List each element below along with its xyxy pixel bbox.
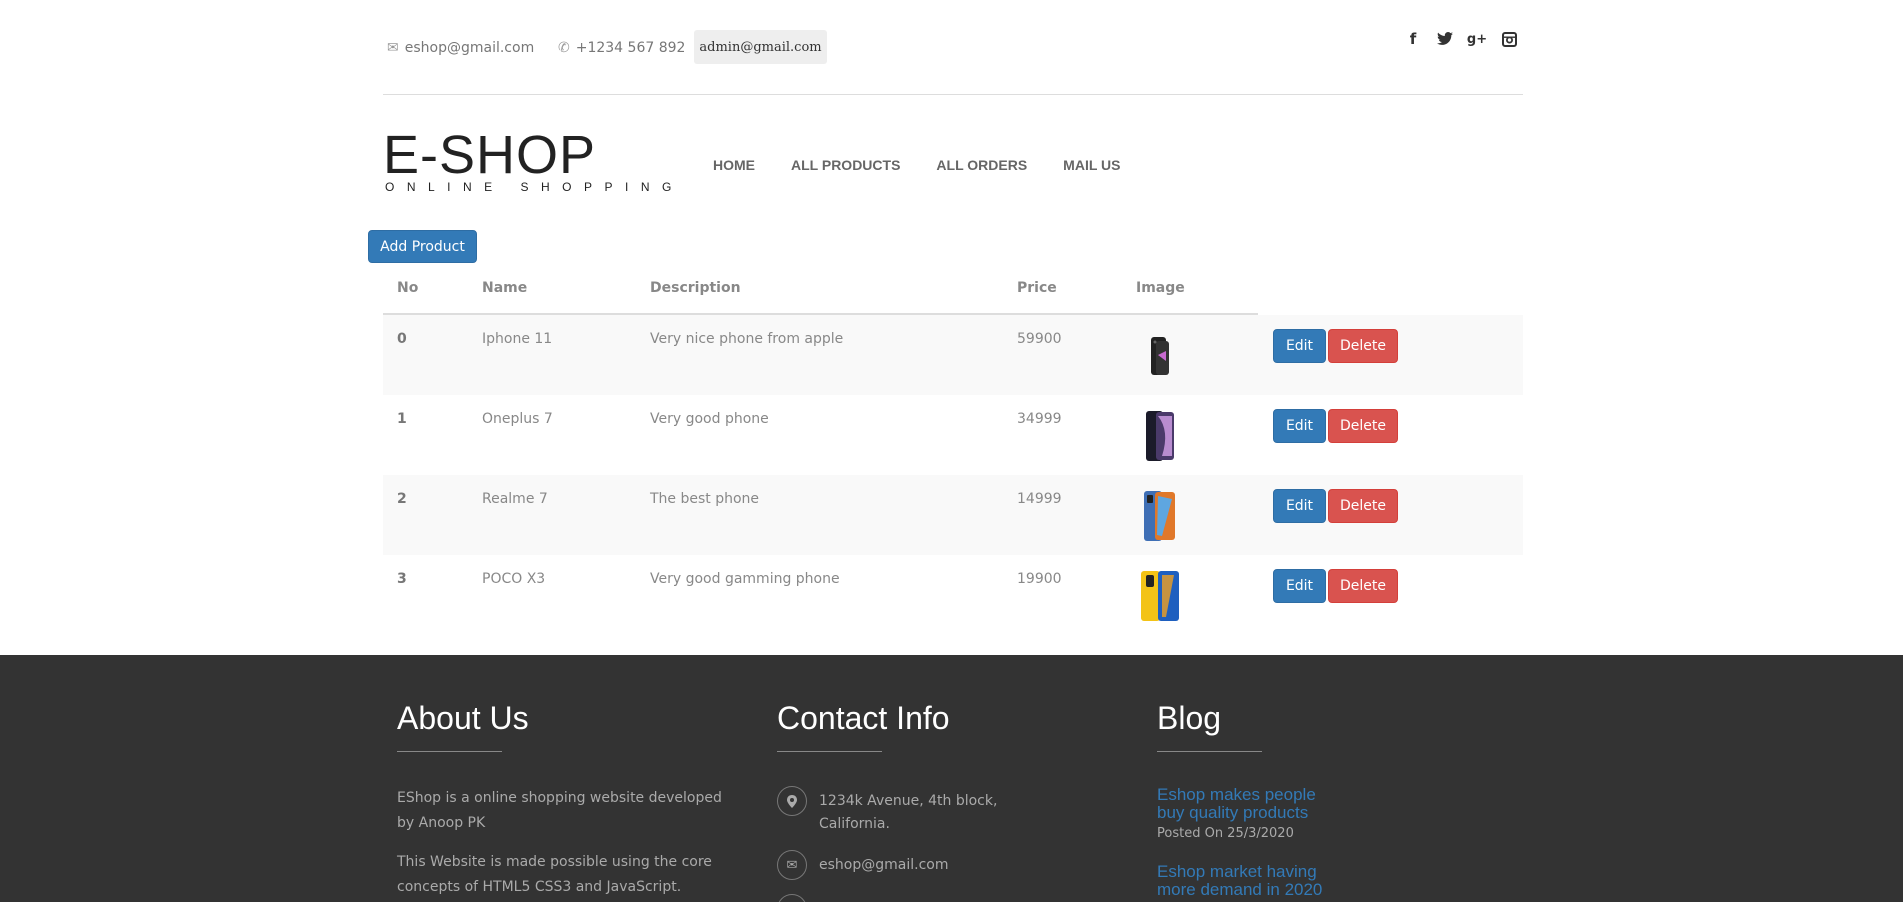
product-image <box>1144 491 1175 541</box>
phone-icon: ✆ <box>777 894 807 902</box>
cell-description: Very good gamming phone <box>650 571 840 587</box>
delete-button[interactable]: Delete <box>1328 329 1398 363</box>
table-header: No Name Description Price Image <box>383 270 1523 315</box>
footer-blog: Blog Eshop makes people buy quality prod… <box>1157 700 1337 899</box>
header-price: Price <box>1017 280 1057 296</box>
table-row: 0 Iphone 11 Very nice phone from apple 5… <box>383 315 1523 395</box>
edit-button[interactable]: Edit <box>1273 409 1326 443</box>
edit-button[interactable]: Edit <box>1273 569 1326 603</box>
product-image <box>1141 571 1179 621</box>
blog-post-2-title[interactable]: Eshop market having more demand in 2020 <box>1157 863 1337 899</box>
delete-button[interactable]: Delete <box>1328 489 1398 523</box>
cell-name: POCO X3 <box>482 571 546 587</box>
top-phone-text: +1234 567 892 <box>575 40 686 56</box>
main-nav: HOME ALL PRODUCTS ALL ORDERS MAIL US <box>713 157 1156 173</box>
contact-more: ✆ <box>777 894 999 902</box>
cell-description: The best phone <box>650 491 760 507</box>
cell-no: 0 <box>397 331 407 347</box>
footer: About Us EShop is a online shopping webs… <box>0 655 1903 902</box>
header-no: No <box>397 280 419 296</box>
google-plus-icon[interactable]: g+ <box>1467 30 1487 48</box>
logo-subtitle: ONLINE SHOPPING <box>385 180 684 194</box>
logo-title: E-SHOP <box>383 125 597 185</box>
top-email[interactable]: ✉ eshop@gmail.com <box>387 40 534 56</box>
delete-button[interactable]: Delete <box>1328 409 1398 443</box>
envelope-icon: ✉ <box>387 40 399 56</box>
top-phone[interactable]: ✆ +1234 567 892 <box>558 40 685 56</box>
edit-button[interactable]: Edit <box>1273 329 1326 363</box>
contact-email-text: eshop@gmail.com <box>819 857 949 873</box>
cell-no: 2 <box>397 491 407 507</box>
add-product-button[interactable]: Add Product <box>368 230 477 263</box>
envelope-icon: ✉ <box>777 850 807 880</box>
table-row: 1 Oneplus 7 Very good phone 34999 Edit D… <box>383 395 1523 475</box>
nav-home[interactable]: HOME <box>713 157 755 173</box>
blog-post-1-date: Posted On 25/3/2020 <box>1157 826 1294 841</box>
blog-post-1-title[interactable]: Eshop makes people buy quality products <box>1157 786 1337 822</box>
product-image <box>1146 411 1174 461</box>
cell-name: Oneplus 7 <box>482 411 553 427</box>
nav-all-products[interactable]: ALL PRODUCTS <box>791 157 900 173</box>
contact-underline <box>777 751 882 752</box>
about-text-1: EShop is a online shopping website devel… <box>397 790 722 831</box>
cell-no: 3 <box>397 571 407 587</box>
twitter-icon[interactable] <box>1437 30 1453 48</box>
blog-title: Blog <box>1157 700 1222 736</box>
cell-price: 14999 <box>1017 491 1062 507</box>
instagram-icon[interactable] <box>1501 30 1517 48</box>
nav-mail-us[interactable]: MAIL US <box>1063 157 1120 173</box>
address-text: 1234k Avenue, 4th block, California. <box>819 793 998 832</box>
cell-price: 59900 <box>1017 331 1062 347</box>
footer-about: About Us EShop is a online shopping webs… <box>397 700 737 900</box>
facebook-icon[interactable]: f <box>1405 30 1421 48</box>
header-image: Image <box>1136 280 1185 296</box>
product-image <box>1151 337 1169 375</box>
about-underline <box>397 751 502 752</box>
map-marker-icon <box>777 786 807 816</box>
contact-address: 1234k Avenue, 4th block, California. <box>777 786 999 836</box>
social-links: f g+ <box>1405 30 1517 48</box>
site-logo[interactable]: E-SHOP ONLINE SHOPPING <box>383 128 684 194</box>
cell-price: 34999 <box>1017 411 1062 427</box>
about-text-2: This Website is made possible using the … <box>397 854 712 895</box>
edit-button[interactable]: Edit <box>1273 489 1326 523</box>
footer-contact: Contact Info 1234k Avenue, 4th block, Ca… <box>777 700 999 902</box>
cell-name: Realme 7 <box>482 491 548 507</box>
header-name: Name <box>482 280 528 296</box>
cell-description: Very good phone <box>650 411 769 427</box>
top-email-text: eshop@gmail.com <box>404 40 535 56</box>
header-description: Description <box>650 280 741 296</box>
cell-name: Iphone 11 <box>482 331 553 347</box>
contact-title: Contact Info <box>777 700 950 736</box>
delete-button[interactable]: Delete <box>1328 569 1398 603</box>
admin-account-button[interactable]: admin@gmail.com <box>694 30 827 64</box>
blog-underline <box>1157 751 1262 752</box>
contact-email[interactable]: ✉ eshop@gmail.com <box>777 850 999 880</box>
cell-price: 19900 <box>1017 571 1062 587</box>
about-title: About Us <box>397 700 529 736</box>
cell-description: Very nice phone from apple <box>650 331 844 347</box>
table-row: 3 POCO X3 Very good gamming phone 19900 … <box>383 555 1523 635</box>
products-table: No Name Description Price Image 0 Iphone… <box>383 270 1523 635</box>
nav-all-orders[interactable]: ALL ORDERS <box>936 157 1027 173</box>
table-row: 2 Realme 7 The best phone 14999 Edit Del… <box>383 475 1523 555</box>
cell-no: 1 <box>397 411 407 427</box>
phone-icon: ✆ <box>558 40 570 56</box>
top-bar: ✉ eshop@gmail.com ✆ +1234 567 892 admin@… <box>383 0 1523 95</box>
